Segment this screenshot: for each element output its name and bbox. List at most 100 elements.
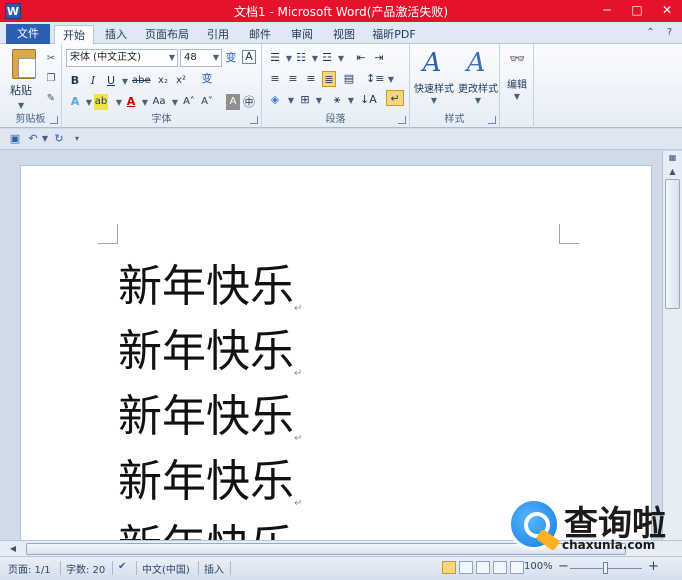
zoom-slider-thumb[interactable] <box>603 562 608 574</box>
show-hide-marks-icon[interactable]: ↵ <box>386 90 404 106</box>
borders-icon[interactable]: ⊞ <box>298 92 312 108</box>
shading-icon[interactable]: ◈ <box>268 92 282 108</box>
underline-dropdown-icon[interactable]: ▼ <box>118 73 132 89</box>
multilevel-dropdown-icon[interactable]: ▼ <box>334 50 348 66</box>
highlight-icon[interactable]: ab <box>94 94 108 110</box>
tab-file[interactable]: 文件 <box>6 24 50 44</box>
change-case-dropdown-icon[interactable]: ▼ <box>168 94 182 110</box>
font-color-dropdown-icon[interactable]: ▼ <box>138 94 152 110</box>
outline-view-button[interactable] <box>493 561 507 574</box>
collapse-ribbon-icon[interactable]: ⌃ <box>644 26 657 39</box>
minimize-button[interactable]: ─ <box>592 0 622 22</box>
superscript-button[interactable]: x² <box>174 73 188 89</box>
change-styles-icon[interactable]: A <box>456 48 496 84</box>
web-layout-view-button[interactable] <box>476 561 490 574</box>
character-shading-icon[interactable]: A <box>226 94 240 110</box>
page-count[interactable]: 页面: 1/1 <box>8 561 51 576</box>
distributed-icon[interactable]: ▤ <box>342 71 356 87</box>
align-right-icon[interactable]: ≡ <box>304 71 318 87</box>
copy-icon[interactable]: ❐ <box>43 72 59 86</box>
numbering-icon[interactable]: ☷ <box>294 50 308 66</box>
tab-mailings[interactable]: 邮件 <box>242 25 278 44</box>
font-size-combo[interactable]: 48 ▼ <box>180 49 222 67</box>
customize-toolbar-icon[interactable]: ▾ <box>70 132 84 146</box>
word-count[interactable]: 字数: 20 <box>66 561 105 576</box>
binoculars-icon[interactable]: 👓 <box>509 52 525 68</box>
paragraph-launcher-icon[interactable] <box>398 116 406 124</box>
draft-view-button[interactable] <box>510 561 524 574</box>
maximize-button[interactable]: □ <box>622 0 652 22</box>
font-launcher-icon[interactable] <box>250 116 258 124</box>
subscript-button[interactable]: x₂ <box>156 73 170 89</box>
font-color-icon[interactable]: A <box>124 94 138 110</box>
enclose-characters-icon[interactable]: ㊥ <box>242 94 256 110</box>
shading-dropdown-icon[interactable]: ▼ <box>284 92 298 108</box>
change-styles-button[interactable]: 更改样式 ▼ <box>454 80 502 106</box>
proofing-icon[interactable]: ✔ <box>118 561 126 572</box>
text-effects-icon[interactable]: A <box>68 94 82 110</box>
ruler-toggle-icon[interactable]: ▦ <box>665 151 680 165</box>
font-name-combo[interactable]: 宋体 (中文正文) ▼ <box>66 49 178 67</box>
chinese-layout-icon[interactable]: ⚹ <box>330 92 344 108</box>
undo-dropdown-icon[interactable]: ▼ <box>38 132 52 146</box>
line-spacing-icon[interactable]: ↕≡ <box>366 71 384 87</box>
tab-insert[interactable]: 插入 <box>98 25 134 44</box>
insert-mode-indicator[interactable]: 插入 <box>204 561 224 576</box>
document-line[interactable]: 新年快乐↵ <box>118 315 302 379</box>
format-painter-icon[interactable]: ✎ <box>43 92 59 106</box>
tab-home[interactable]: 开始 <box>54 25 94 44</box>
multilevel-list-icon[interactable]: ☲ <box>320 50 334 66</box>
zoom-in-button[interactable]: + <box>648 559 659 574</box>
strikethrough-button[interactable]: abe <box>132 73 151 89</box>
tab-review[interactable]: 审阅 <box>284 25 320 44</box>
grow-font-icon[interactable]: 变 <box>224 50 238 66</box>
borders-dropdown-icon[interactable]: ▼ <box>312 92 326 108</box>
align-center-icon[interactable]: ≡ <box>286 71 300 87</box>
language-indicator[interactable]: 中文(中国) <box>142 561 190 576</box>
close-button[interactable]: ✕ <box>652 0 682 22</box>
document-page[interactable]: 新年快乐↵ 新年快乐↵ 新年快乐↵ 新年快乐↵ 新年快乐↵ <box>20 165 652 540</box>
underline-button[interactable]: U <box>104 73 118 89</box>
document-line[interactable]: 新年快乐↵ <box>118 510 302 540</box>
scroll-left-icon[interactable]: ◀ <box>6 542 20 556</box>
change-case-icon[interactable]: Aa <box>152 94 166 110</box>
tab-view[interactable]: 视图 <box>326 25 362 44</box>
editing-button[interactable]: 编辑 ▼ <box>500 76 534 102</box>
print-layout-view-button[interactable] <box>442 561 456 574</box>
vertical-scrollbar[interactable]: ▦ ▲ <box>662 151 682 540</box>
line-spacing-dropdown-icon[interactable]: ▼ <box>384 71 398 87</box>
bold-button[interactable]: B <box>68 73 82 89</box>
shrink-font-size-icon[interactable]: A˅ <box>200 94 214 110</box>
chinese-layout-dropdown-icon[interactable]: ▼ <box>344 92 358 108</box>
clear-formatting-icon[interactable]: A <box>242 50 256 64</box>
justify-icon[interactable]: ≣ <box>322 71 336 87</box>
cut-icon[interactable]: ✂ <box>43 52 59 66</box>
phonetic-guide-icon[interactable]: 变 <box>200 71 214 87</box>
zoom-out-button[interactable]: − <box>558 559 569 574</box>
scroll-up-icon[interactable]: ▲ <box>665 165 680 179</box>
quick-styles-button[interactable]: 快速样式 ▼ <box>410 80 458 106</box>
bullets-icon[interactable]: ☰ <box>268 50 282 66</box>
clipboard-launcher-icon[interactable] <box>50 116 58 124</box>
quick-styles-icon[interactable]: A <box>412 48 452 84</box>
zoom-level[interactable]: 100% <box>524 561 553 572</box>
tab-page-layout[interactable]: 页面布局 <box>140 25 194 44</box>
redo-icon[interactable]: ↻ <box>52 132 66 146</box>
decrease-indent-icon[interactable]: ⇤ <box>354 50 368 66</box>
increase-indent-icon[interactable]: ⇥ <box>372 50 386 66</box>
document-line[interactable]: 新年快乐↵ <box>118 380 302 444</box>
styles-launcher-icon[interactable] <box>488 116 496 124</box>
vertical-scroll-thumb[interactable] <box>665 179 680 309</box>
help-icon[interactable]: ? <box>663 26 676 39</box>
save-icon[interactable]: ▣ <box>8 132 22 146</box>
paste-button[interactable]: 粘贴 ▼ <box>10 82 32 111</box>
grow-font-size-icon[interactable]: A˄ <box>182 94 196 110</box>
document-line[interactable]: 新年快乐↵ <box>118 250 302 314</box>
tab-foxit-pdf[interactable]: 福昕PDF <box>368 25 420 44</box>
italic-button[interactable]: I <box>86 73 100 89</box>
align-left-icon[interactable]: ≡ <box>268 71 282 87</box>
document-line[interactable]: 新年快乐↵ <box>118 445 302 509</box>
full-screen-reading-view-button[interactable] <box>459 561 473 574</box>
paste-icon[interactable] <box>12 49 36 79</box>
sort-icon[interactable]: ↓A <box>360 92 377 108</box>
